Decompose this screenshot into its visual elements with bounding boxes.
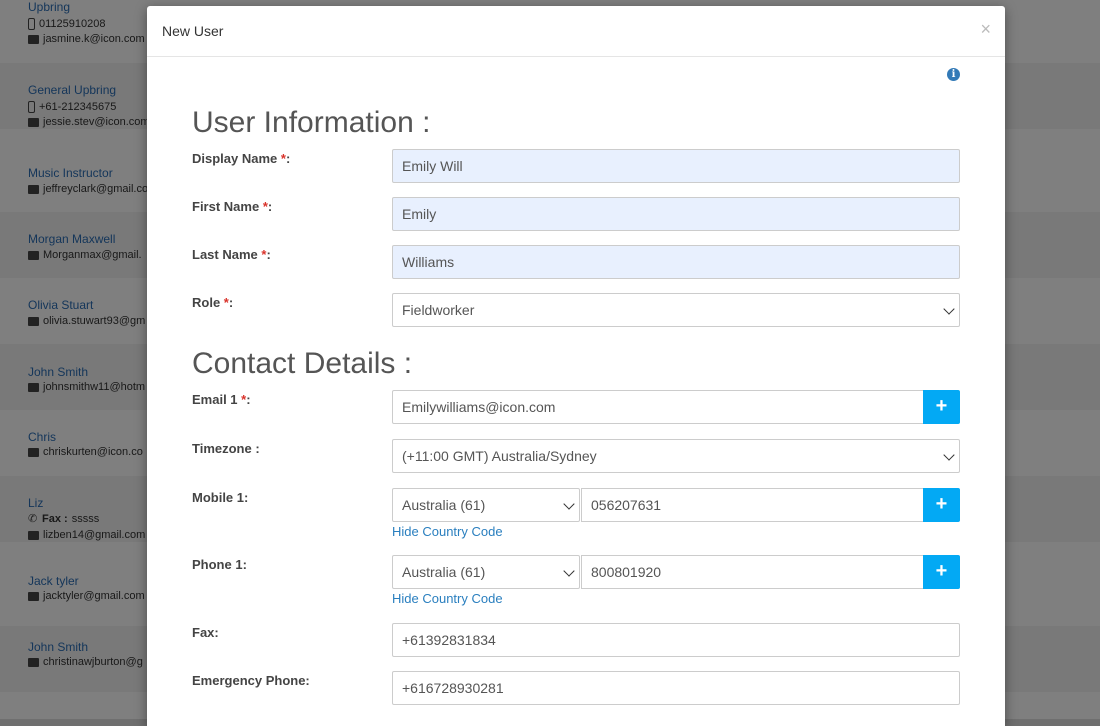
chevron-down-icon [943,303,955,315]
user-information-heading: User Information : [192,106,431,139]
modal-title: New User [162,23,224,39]
add-email-button[interactable]: + [923,390,960,424]
mobile-1-label: Mobile 1: [192,490,249,505]
hide-country-code-link-phone[interactable]: Hide Country Code [392,591,503,606]
role-select[interactable]: Fieldworker [392,293,960,327]
phone-country-code-select[interactable]: Australia (61) [392,555,580,589]
new-user-modal: New User × i User Information : Display … [147,6,1005,726]
add-phone-button[interactable]: + [923,555,960,589]
chevron-down-icon [563,498,575,510]
mobile-country-code-select[interactable]: Australia (61) [392,488,580,522]
first-name-label: First Name *: [192,199,273,214]
chevron-down-icon [563,565,575,577]
last-name-input[interactable]: Williams [392,245,960,279]
display-name-input[interactable]: Emily Will [392,149,960,183]
phone-1-label: Phone 1: [192,557,247,572]
display-name-label: Display Name *: [192,151,291,166]
modal-header: New User × [147,6,1005,57]
phone-1-input[interactable]: 800801920 [581,555,924,589]
close-icon[interactable]: × [980,20,991,38]
last-name-label: Last Name *: [192,247,271,262]
chevron-down-icon [943,449,955,461]
timezone-select[interactable]: (+11:00 GMT) Australia/Sydney [392,439,960,473]
info-icon[interactable]: i [947,68,960,81]
emergency-phone-label: Emergency Phone: [192,673,310,688]
timezone-label: Timezone : [192,441,260,456]
email-1-label: Email 1 *: [192,392,251,407]
hide-country-code-link-mobile[interactable]: Hide Country Code [392,524,503,539]
fax-label: Fax: [192,625,219,640]
add-mobile-button[interactable]: + [923,488,960,522]
contact-details-heading: Contact Details : [192,347,413,380]
email-1-input[interactable]: Emilywilliams@icon.com [392,390,924,424]
first-name-input[interactable]: Emily [392,197,960,231]
emergency-phone-input[interactable]: +616728930281 [392,671,960,705]
mobile-1-input[interactable]: 056207631 [581,488,924,522]
fax-input[interactable]: +61392831834 [392,623,960,657]
role-label: Role *: [192,295,234,310]
